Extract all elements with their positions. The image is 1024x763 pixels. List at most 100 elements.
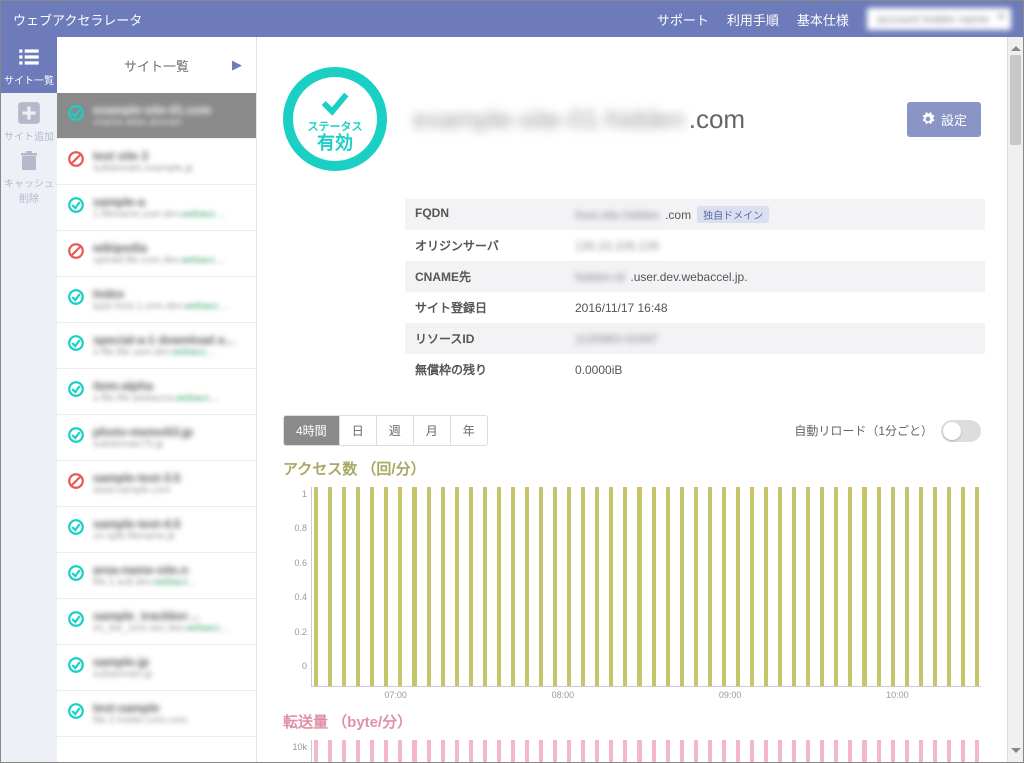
sidebar-item[interactable]: area-name-site.nfile.1.sub.dev.webacc… bbox=[57, 553, 256, 599]
app-title: ウェブアクセラレータ bbox=[13, 10, 657, 29]
site-subtitle: subdomain.jp bbox=[93, 669, 246, 680]
sidebar-title: サイト一覧 bbox=[124, 56, 189, 75]
chart-title: アクセス数 （回/分） bbox=[283, 458, 981, 479]
rail-cache-delete[interactable]: キャッシュ 削除 bbox=[1, 149, 57, 205]
status-ok-icon bbox=[67, 702, 85, 720]
site-list[interactable]: example-site-01.comcname.alias.domaintes… bbox=[57, 93, 256, 762]
time-tab[interactable]: 年 bbox=[451, 416, 487, 445]
chevron-right-icon: ▶ bbox=[232, 57, 242, 73]
topbar: ウェブアクセラレータ サポート 利用手順 基本仕様 account holder… bbox=[1, 1, 1023, 37]
sidebar-item[interactable]: test-samplefile.2.holder.com.com bbox=[57, 691, 256, 737]
info-row: オリジンサーバ130.10.105.129 bbox=[405, 230, 985, 261]
site-subtitle: type.host.1.com.dev.webacc… bbox=[93, 301, 246, 312]
status-ok-icon bbox=[67, 288, 85, 306]
topbar-link-guide[interactable]: 利用手順 bbox=[727, 10, 779, 29]
chart-transfer: 転送量 （byte/分） 10k8.0k bbox=[283, 711, 981, 762]
status-line1: ステータス bbox=[308, 118, 363, 134]
info-row: サイト登録日2016/11/17 16:48 bbox=[405, 292, 985, 323]
rail-label: サイト追加 bbox=[4, 128, 54, 143]
site-name: sample-jp bbox=[93, 655, 246, 669]
info-value: host.site.hidden.com独自ドメイン bbox=[575, 206, 975, 223]
list-icon bbox=[16, 44, 42, 70]
site-name: test site 2 bbox=[93, 149, 246, 163]
time-tab[interactable]: 4時間 bbox=[284, 416, 340, 445]
sidebar-item[interactable]: example-site-01.comcname.alias.domain bbox=[57, 93, 256, 139]
status-line2: 有効 bbox=[317, 134, 353, 152]
site-subtitle: s-file.file.webaccw.webacc… bbox=[93, 393, 246, 404]
sidebar-item[interactable]: special-a-1 download a…s-file.file.user.… bbox=[57, 323, 256, 369]
sidebar: サイト一覧 ▶ example-site-01.comcname.alias.d… bbox=[57, 37, 257, 762]
sidebar-item[interactable]: sample_trackker…im_lee_com.sec.dev.webac… bbox=[57, 599, 256, 645]
site-name: item-alpha bbox=[93, 379, 246, 393]
info-row: リソースID1120963-02497 bbox=[405, 323, 985, 354]
plus-icon bbox=[16, 100, 42, 126]
time-tab[interactable]: 日 bbox=[340, 416, 377, 445]
chart-yaxis: 10.80.60.40.20 bbox=[283, 487, 311, 687]
info-label: サイト登録日 bbox=[415, 299, 575, 316]
rail-site-list[interactable]: サイト一覧 bbox=[1, 37, 57, 93]
chart-yaxis: 10k8.0k bbox=[283, 740, 311, 762]
site-name: sample-test-4.5 bbox=[93, 517, 246, 531]
status-ok-icon bbox=[67, 610, 85, 628]
status-ok-icon bbox=[67, 334, 85, 352]
rail-label: サイト一覧 bbox=[4, 72, 54, 87]
status-ok-icon bbox=[67, 564, 85, 582]
auto-reload-label: 自動リロード（1分ごと） bbox=[794, 422, 933, 439]
sidebar-item[interactable]: wikipediaupload.file.com.dev.webacc… bbox=[57, 231, 256, 277]
user-dropdown[interactable]: account holder name bbox=[867, 8, 1011, 30]
info-value: 2016/11/17 16:48 bbox=[575, 299, 975, 316]
site-subtitle: cn-split.filename.jk bbox=[93, 531, 246, 542]
sidebar-item[interactable]: sample-a1.filename.user.dev.webacc… bbox=[57, 185, 256, 231]
info-value: 130.10.105.129 bbox=[575, 237, 975, 254]
nav-rail: サイト一覧 サイト追加 キャッシュ 削除 bbox=[1, 37, 57, 762]
sidebar-item[interactable]: item-alphas-file.file.webaccw.webacc… bbox=[57, 369, 256, 415]
info-row: FQDNhost.site.hidden.com独自ドメイン bbox=[405, 199, 985, 230]
site-name: photo-memo53.jp bbox=[93, 425, 246, 439]
site-name: area-name-site.n bbox=[93, 563, 246, 577]
status-badge: ステータス 有効 bbox=[283, 67, 387, 171]
status-ok-icon bbox=[67, 426, 85, 444]
check-icon bbox=[318, 86, 352, 120]
time-tab[interactable]: 月 bbox=[414, 416, 451, 445]
sidebar-item[interactable]: photo-memo53.jpsubdomain75.jp bbox=[57, 415, 256, 461]
scroll-thumb[interactable] bbox=[1010, 55, 1021, 145]
main-panel: ステータス 有効 example-site-01-hidden.com 設定 F… bbox=[257, 37, 1007, 762]
site-subtitle: cname.alias.domain bbox=[93, 117, 246, 128]
rail-site-add[interactable]: サイト追加 bbox=[1, 93, 57, 149]
gear-icon bbox=[921, 112, 935, 126]
auto-reload-toggle[interactable] bbox=[941, 420, 981, 442]
topbar-link-support[interactable]: サポート bbox=[657, 10, 709, 29]
chart-title: 転送量 （byte/分） bbox=[283, 711, 981, 732]
sidebar-item[interactable]: sample-test-4.5cn-split.filename.jk bbox=[57, 507, 256, 553]
sidebar-item[interactable]: sample-test-3.5www.sample.com bbox=[57, 461, 256, 507]
site-subtitle: file.1.sub.dev.webacc… bbox=[93, 577, 246, 588]
info-label: 無償枠の残り bbox=[415, 361, 575, 378]
sidebar-item[interactable]: test site 2subdomain.example.jp bbox=[57, 139, 256, 185]
sidebar-item[interactable]: Indextype.host.1.com.dev.webacc… bbox=[57, 277, 256, 323]
site-subtitle: im_lee_com.sec.dev.webacc… bbox=[93, 623, 246, 634]
info-value: hidden-id.user.dev.webaccel.jp. bbox=[575, 268, 975, 285]
info-label: オリジンサーバ bbox=[415, 237, 575, 254]
status-error-icon bbox=[67, 242, 85, 260]
time-tab[interactable]: 週 bbox=[377, 416, 414, 445]
site-subtitle: file.2.holder.com.com bbox=[93, 715, 246, 726]
chart-bars bbox=[312, 740, 981, 762]
site-subtitle: upload.file.com.dev.webacc… bbox=[93, 255, 246, 266]
sidebar-item[interactable]: sample-jpsubdomain.jp bbox=[57, 645, 256, 691]
site-name: sample-a bbox=[93, 195, 246, 209]
site-name: special-a-1 download a… bbox=[93, 333, 246, 347]
scrollbar-vertical[interactable] bbox=[1007, 37, 1023, 762]
info-label: FQDN bbox=[415, 206, 575, 223]
rail-label: キャッシュ 削除 bbox=[4, 175, 54, 205]
site-name: Index bbox=[93, 287, 246, 301]
status-error-icon bbox=[67, 472, 85, 490]
site-subtitle: subdomain.example.jp bbox=[93, 163, 246, 174]
time-range-tabs: 4時間日週月年 bbox=[283, 415, 488, 446]
sidebar-header[interactable]: サイト一覧 ▶ bbox=[57, 37, 256, 93]
settings-button[interactable]: 設定 bbox=[907, 102, 981, 137]
domain-title: example-site-01-hidden.com bbox=[413, 104, 881, 135]
info-value: 1120963-02497 bbox=[575, 330, 975, 347]
status-ok-icon bbox=[67, 518, 85, 536]
info-label: リソースID bbox=[415, 330, 575, 347]
topbar-link-spec[interactable]: 基本仕様 bbox=[797, 10, 849, 29]
